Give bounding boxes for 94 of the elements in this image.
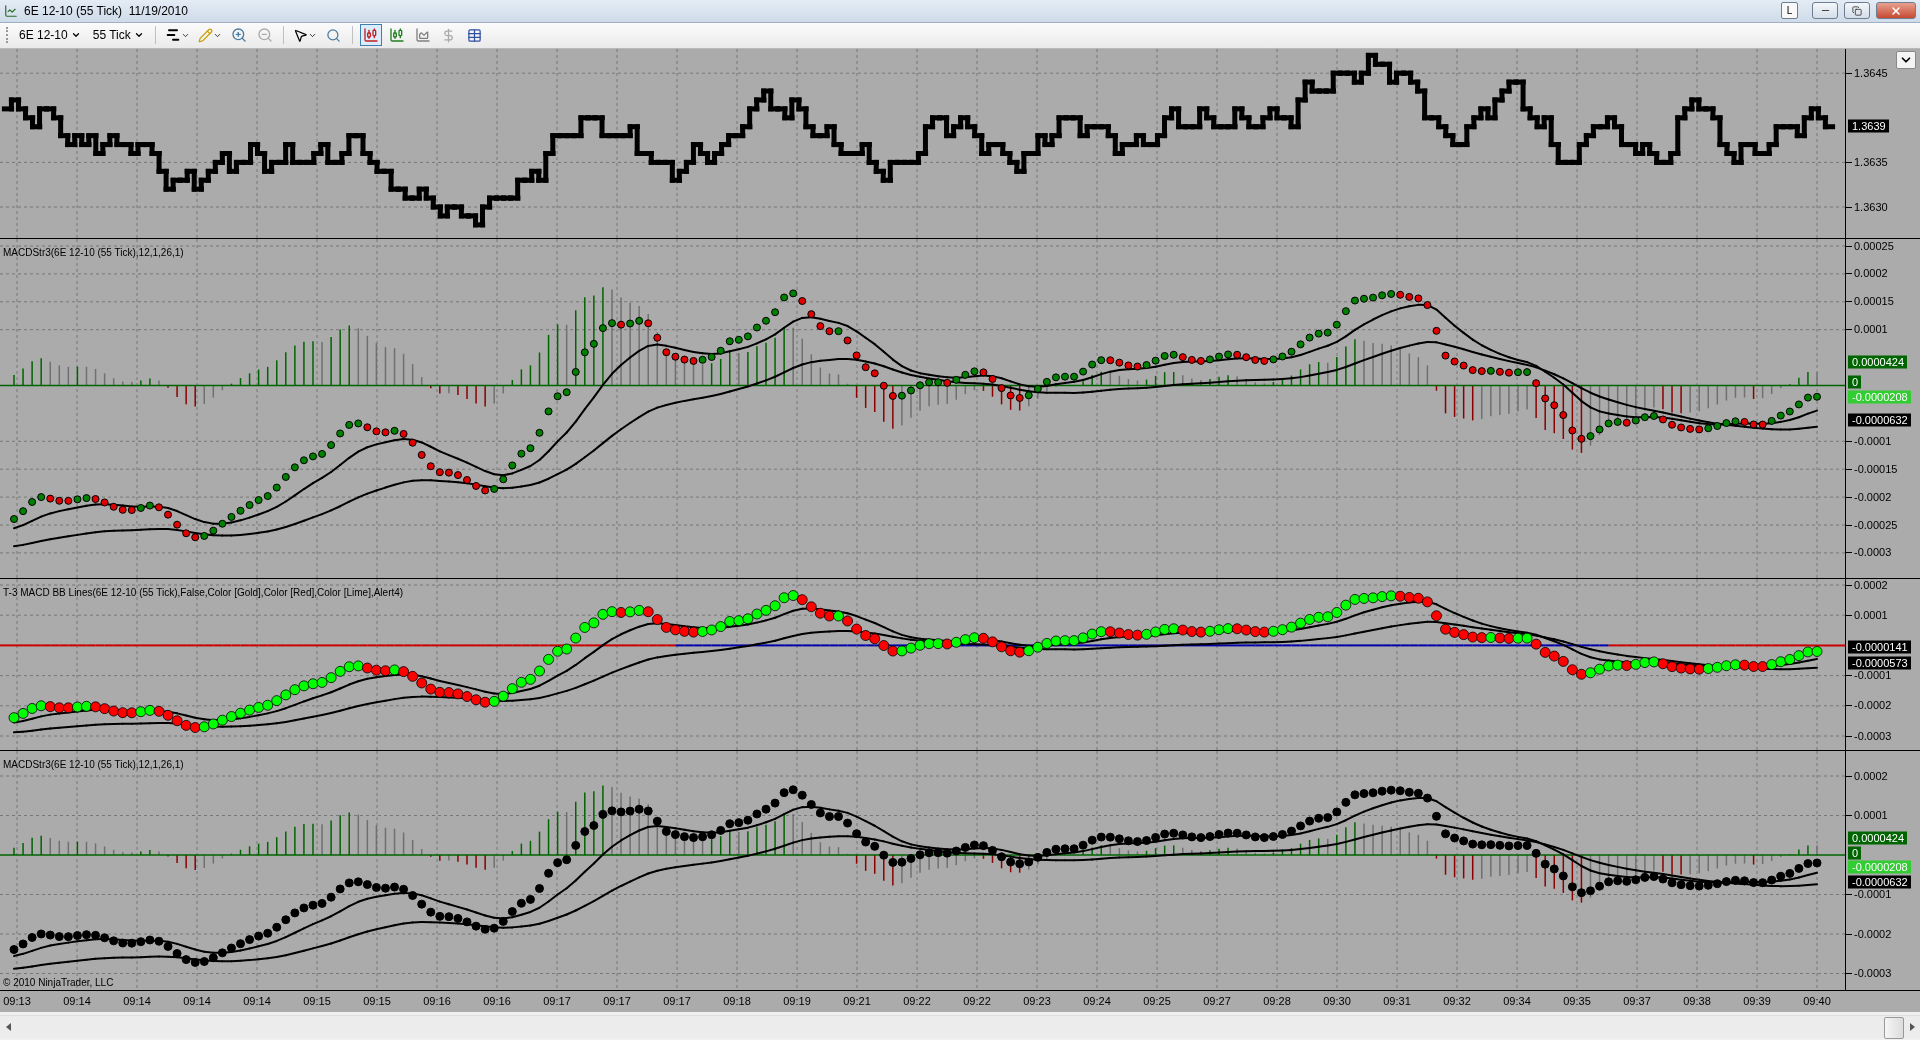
minimize-button[interactable] xyxy=(1812,2,1838,20)
time-axis-label: 09:18 xyxy=(723,994,751,1007)
time-axis-label: 09:16 xyxy=(483,994,511,1007)
axis-tick-label: -0.0003 xyxy=(1846,546,1892,559)
time-axis-label: 09:23 xyxy=(1023,994,1051,1007)
value-marker: 1.3639 xyxy=(1848,119,1889,132)
axis-tick-label: -0.0001 xyxy=(1846,434,1892,447)
pencil-icon xyxy=(197,27,213,43)
time-axis-label: 09:14 xyxy=(123,994,151,1007)
time-axis-label: 09:24 xyxy=(1083,994,1111,1007)
axis-tick-label: 1.3645 xyxy=(1846,66,1888,79)
time-axis-label: 09:21 xyxy=(843,994,871,1007)
time-axis-label: 09:22 xyxy=(963,994,991,1007)
axis-tick-label: 1.3630 xyxy=(1846,200,1888,213)
close-button[interactable] xyxy=(1876,2,1916,20)
time-axis-label: 09:17 xyxy=(603,994,631,1007)
axis-tick-label: 0.0001 xyxy=(1846,323,1888,336)
value-marker: 0.0000424 xyxy=(1848,831,1907,844)
value-marker: 0 xyxy=(1848,375,1862,388)
axis-tick-label: 0.0002 xyxy=(1846,267,1888,280)
value-marker: -0.0000208 xyxy=(1848,390,1911,403)
axis-tick-label: -0.00015 xyxy=(1846,462,1898,475)
right-triangle-icon xyxy=(1909,1023,1915,1032)
bars-icon xyxy=(164,27,181,44)
link-button[interactable]: L xyxy=(1781,2,1798,20)
time-axis-label: 09:35 xyxy=(1563,994,1591,1007)
axis-tick-label: -0.00025 xyxy=(1846,518,1898,531)
time-axis-label: 09:19 xyxy=(783,994,811,1007)
time-axis-label: 09:37 xyxy=(1623,994,1651,1007)
value-marker: -0.0000632 xyxy=(1848,875,1911,888)
chart-app-icon xyxy=(4,3,18,18)
indicator-label: T-3 MACD BB Lines(6E 12-10 (55 Tick),False,Color [Gold],Color [Red],Color [Lime],Alert4) xyxy=(3,586,404,598)
axis-tick-label: -0.0003 xyxy=(1846,967,1892,979)
indicator-label: MACDStr3(6E 12-10 (55 Tick),12,1,26,1) xyxy=(3,246,184,258)
time-axis-label: 09:15 xyxy=(303,994,331,1007)
candlestick-icon xyxy=(362,27,379,44)
pointer-icon xyxy=(292,27,308,43)
time-axis-label: 09:13 xyxy=(3,994,31,1007)
axis-tick-label: -0.0001 xyxy=(1846,669,1892,682)
axis-tick-label: 0.0001 xyxy=(1846,809,1888,821)
copyright-text: © 2010 NinjaTrader, LLC xyxy=(3,976,114,988)
axis-tick-label: -0.0001 xyxy=(1846,888,1892,900)
table-icon xyxy=(467,27,483,43)
candlestick-icon xyxy=(388,27,405,44)
area-chart-icon xyxy=(414,27,431,44)
restore-icon xyxy=(1852,5,1862,16)
time-axis-label: 09:14 xyxy=(243,994,271,1007)
scrollbar-thumb[interactable] xyxy=(1884,1017,1904,1040)
axis-tick-label: -0.0003 xyxy=(1846,729,1892,742)
axis-tick-label: 0.0002 xyxy=(1846,769,1888,782)
axis-tick-label: 0.0001 xyxy=(1846,608,1888,621)
time-axis-label: 09:39 xyxy=(1743,994,1771,1007)
value-marker: -0.0000632 xyxy=(1848,413,1911,426)
instrument-dropdown[interactable]: 6E 12-10 xyxy=(15,24,85,47)
restore-button[interactable] xyxy=(1844,2,1870,20)
time-axis-label: 09:14 xyxy=(183,994,211,1007)
value-marker: 0.0000424 xyxy=(1848,355,1907,368)
value-marker: -0.0000208 xyxy=(1848,860,1911,873)
dropdown-arrow-button[interactable] xyxy=(1896,50,1916,69)
time-axis-label: 09:30 xyxy=(1323,994,1351,1007)
time-axis-label: 09:25 xyxy=(1143,994,1171,1007)
window-title: 6E 12-10 (55 Tick) 11/19/2010 xyxy=(24,3,189,18)
time-axis-label: 09:22 xyxy=(903,994,931,1007)
value-marker: -0.0000141 xyxy=(1848,640,1911,653)
axis-tick-label: -0.0002 xyxy=(1846,927,1892,940)
time-axis-label: 09:31 xyxy=(1383,994,1411,1007)
time-axis-label: 09:38 xyxy=(1683,994,1711,1007)
time-axis-label: 09:17 xyxy=(543,994,571,1007)
time-axis-label: 09:17 xyxy=(663,994,691,1007)
left-triangle-icon xyxy=(5,1023,11,1032)
time-axis-label: 09:28 xyxy=(1263,994,1291,1007)
axis-tick-label: 0.00025 xyxy=(1846,239,1894,252)
time-axis-label: 09:32 xyxy=(1443,994,1471,1007)
close-icon xyxy=(1890,4,1902,17)
time-axis-label: 09:15 xyxy=(363,994,391,1007)
value-marker: -0.0000573 xyxy=(1848,656,1911,669)
indicator-label: MACDStr3(6E 12-10 (55 Tick),12,1,26,1) xyxy=(3,758,184,770)
time-axis-label: 09:34 xyxy=(1503,994,1531,1007)
axis-tick-label: 0.00015 xyxy=(1846,295,1894,308)
time-axis-label: 09:40 xyxy=(1803,994,1831,1007)
axis-tick-label: -0.0002 xyxy=(1846,490,1892,503)
time-axis-label: 09:27 xyxy=(1203,994,1231,1007)
axis-tick-label: 0.0002 xyxy=(1846,578,1888,591)
time-axis-label: 09:14 xyxy=(63,994,91,1007)
axis-tick-label: -0.0002 xyxy=(1846,699,1892,712)
zoom-out-icon xyxy=(256,27,273,44)
period-dropdown[interactable]: 55 Tick xyxy=(88,24,148,47)
search-icon xyxy=(326,27,342,43)
zoom-in-icon xyxy=(230,27,247,44)
chart-trader-button[interactable] xyxy=(359,24,382,47)
value-marker: 0 xyxy=(1848,846,1862,859)
axis-tick-label: 1.3635 xyxy=(1846,155,1888,168)
horizontal-scrollbar[interactable] xyxy=(0,1015,1920,1039)
time-axis-label: 09:16 xyxy=(423,994,451,1007)
